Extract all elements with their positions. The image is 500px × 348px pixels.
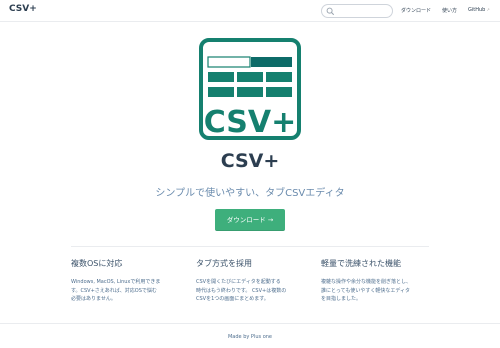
nav-github[interactable]: GitHub↗	[468, 7, 490, 13]
nav-github-label: GitHub	[468, 7, 486, 13]
footer-credit: Made by Plus one	[227, 334, 272, 340]
top-navbar: CSV+ ダウンロード 使い方 GitHub↗	[0, 0, 500, 22]
feature-lightweight: 軽量で洗練された機能 複雑な操作や余分な機能を削ぎ落とし、 誰にとっても使いやす…	[321, 258, 433, 304]
feature-description: 複雑な操作や余分な機能を削ぎ落とし、 誰にとっても使いやすく軽快なエディタ を目…	[321, 279, 412, 302]
feature-title: 複数OSに対応	[71, 259, 123, 268]
nav-download[interactable]: ダウンロード	[401, 7, 431, 14]
site-brand[interactable]: CSV+	[9, 4, 37, 14]
search-icon	[326, 7, 335, 16]
feature-title: タブ方式を採用	[196, 259, 252, 268]
feature-title: 軽量で洗練された機能	[321, 259, 401, 268]
download-button[interactable]: ダウンロード →	[215, 209, 285, 231]
feature-description: Windows, MacOS, Linuxで利用できま す。CSV+さえあれば、…	[71, 279, 161, 302]
csv-plus-logo: CSV+	[199, 38, 301, 140]
section-divider	[71, 246, 429, 247]
feature-tabs: タブ方式を採用 CSVを開くたびにエディタを起動する 時代はもう終わりです。 C…	[196, 258, 308, 304]
logo-text: CSV+	[204, 105, 297, 140]
feature-cross-platform: 複数OSに対応 Windows, MacOS, Linuxで利用できま す。CS…	[71, 258, 183, 304]
feature-description: CSVを開くたびにエディタを起動する 時代はもう終わりです。 CSV+は複数の …	[196, 279, 287, 302]
page-title: CSV+	[220, 150, 280, 172]
footer-divider	[0, 323, 500, 324]
hero-tagline: シンプルで使いやすい、タブCSVエディタ	[155, 188, 345, 199]
search-box[interactable]	[321, 4, 393, 18]
nav-usage[interactable]: 使い方	[442, 7, 457, 14]
external-link-icon: ↗	[486, 7, 490, 12]
